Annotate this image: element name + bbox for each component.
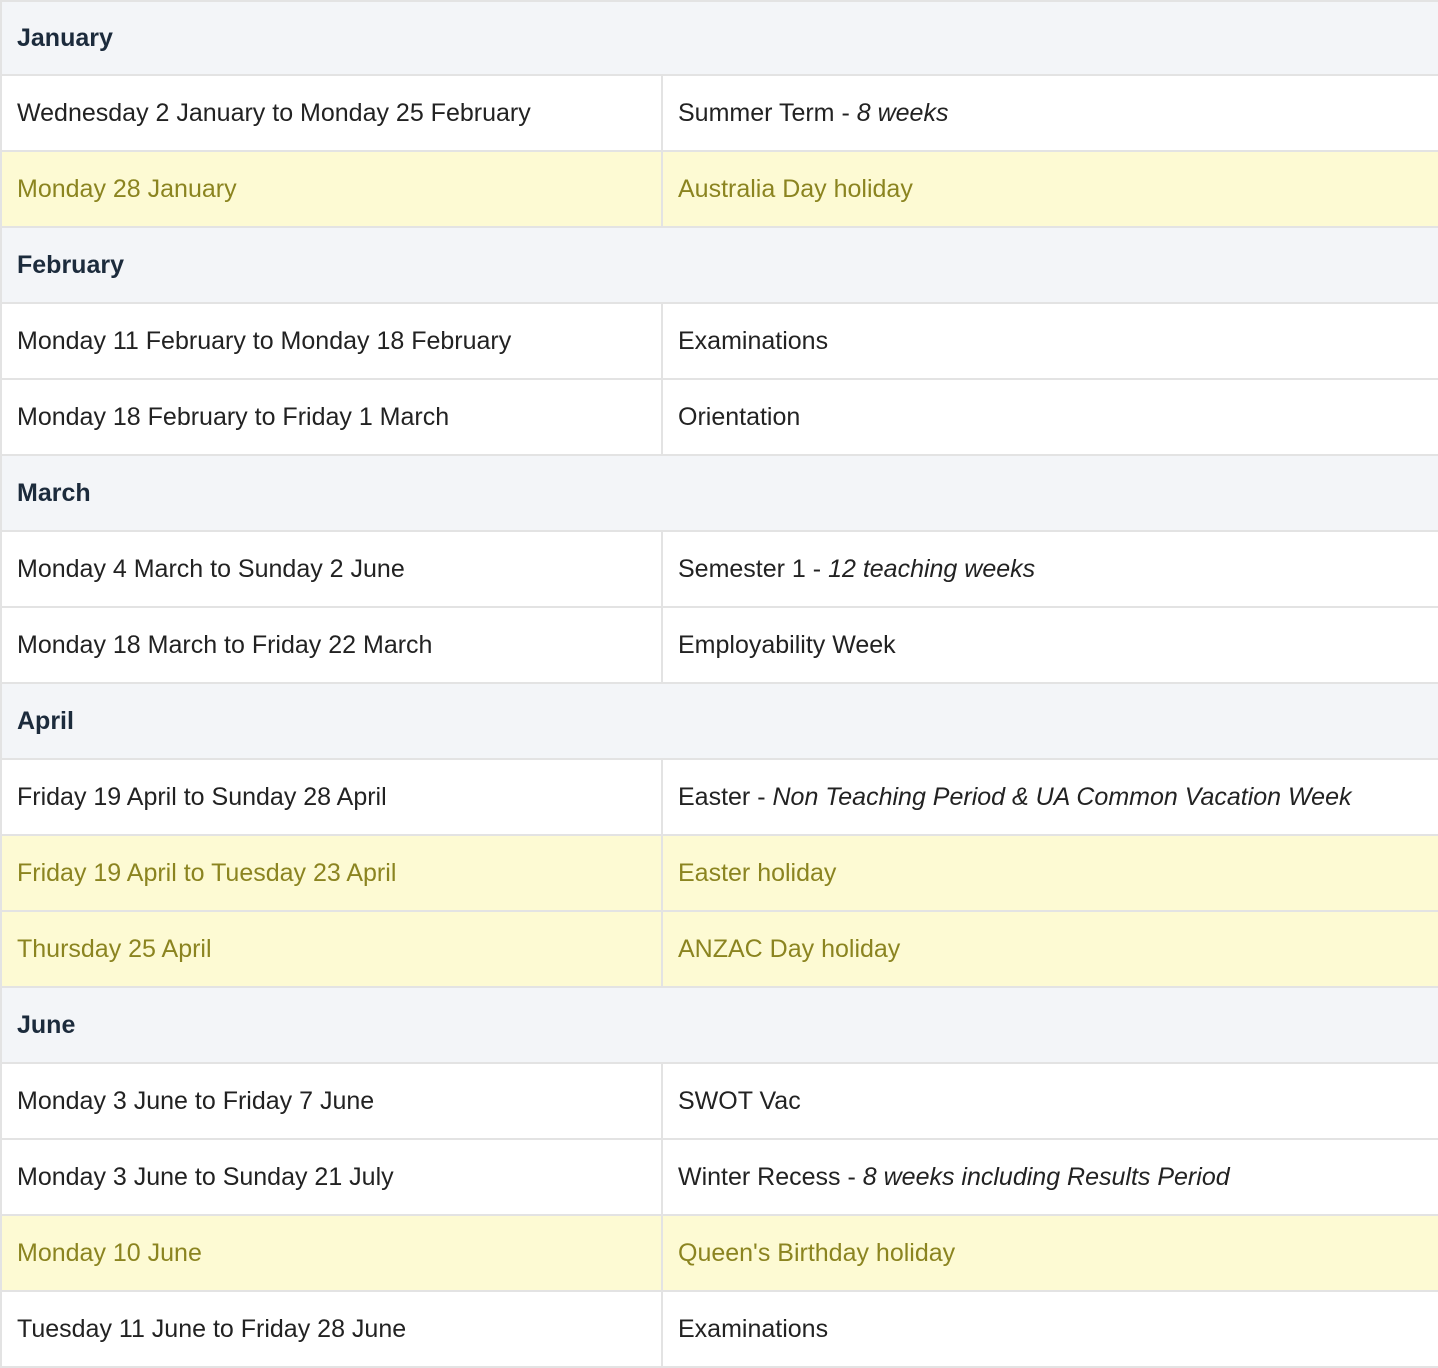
- event-description-cell: Examinations: [663, 1292, 1438, 1366]
- event-detail: 8 weeks including Results Period: [862, 1162, 1230, 1191]
- month-heading: January: [17, 23, 113, 52]
- month-header-row: June: [2, 988, 1438, 1064]
- event-description-cell: Summer Term - 8 weeks: [663, 76, 1438, 150]
- event-description-cell: Australia Day holiday: [663, 152, 1438, 226]
- event-title: ANZAC Day holiday: [678, 934, 901, 963]
- event-title: Queen's Birthday holiday: [678, 1238, 956, 1267]
- event-row: Monday 18 February to Friday 1 March Orie…: [2, 380, 1438, 456]
- date-range-cell: Monday 3 June to Friday 7 June: [2, 1064, 663, 1138]
- event-description-cell: Semester 1 - 12 teaching weeks: [663, 532, 1438, 606]
- event-description-cell: Employability Week: [663, 608, 1438, 682]
- event-row: Monday 18 March to Friday 22 March Employ…: [2, 608, 1438, 684]
- month-header-row: March: [2, 456, 1438, 532]
- month-header-row: April: [2, 684, 1438, 760]
- event-title: Easter holiday: [678, 858, 837, 887]
- event-description-cell: SWOT Vac: [663, 1064, 1438, 1138]
- event-title: Australia Day holiday: [678, 174, 913, 203]
- month-heading: April: [17, 706, 74, 735]
- event-detail: 12 teaching weeks: [828, 554, 1036, 583]
- month-header-row: February: [2, 228, 1438, 304]
- event-description-cell: Orientation: [663, 380, 1438, 454]
- event-row: Monday 3 June to Sunday 21 July Winter Re…: [2, 1140, 1438, 1216]
- date-range-cell: Monday 4 March to Sunday 2 June: [2, 532, 663, 606]
- date-range-cell: Monday 11 February to Monday 18 February: [2, 304, 663, 378]
- event-row: Monday 4 March to Sunday 2 June Semester …: [2, 532, 1438, 608]
- event-description-cell: Queen's Birthday holiday: [663, 1216, 1438, 1290]
- month-heading: June: [17, 1010, 76, 1039]
- event-title: Winter Recess: [678, 1162, 841, 1191]
- date-range-cell: Monday 28 January: [2, 152, 663, 226]
- event-separator: -: [750, 782, 773, 811]
- event-title: Semester 1: [678, 554, 806, 583]
- event-detail: Non Teaching Period & UA Common Vacation…: [772, 782, 1352, 811]
- event-description-cell: Easter holiday: [663, 836, 1438, 910]
- date-range-cell: Wednesday 2 January to Monday 25 Februar…: [2, 76, 663, 150]
- event-title: Examinations: [678, 326, 829, 355]
- event-description-cell: ANZAC Day holiday: [663, 912, 1438, 986]
- event-description-cell: Examinations: [663, 304, 1438, 378]
- event-row: Tuesday 11 June to Friday 28 June Examina…: [2, 1292, 1438, 1368]
- event-row: Friday 19 April to Sunday 28 April Easter…: [2, 760, 1438, 836]
- event-title: Examinations: [678, 1314, 829, 1343]
- event-separator: -: [840, 1162, 863, 1191]
- event-detail: 8 weeks: [856, 98, 949, 127]
- date-range-cell: Monday 18 March to Friday 22 March: [2, 608, 663, 682]
- event-title: SWOT Vac: [678, 1086, 801, 1115]
- event-row: Monday 11 February to Monday 18 February…: [2, 304, 1438, 380]
- event-title: Employability Week: [678, 630, 896, 659]
- event-description-cell: Easter - Non Teaching Period & UA Common…: [663, 760, 1438, 834]
- event-row: Wednesday 2 January to Monday 25 Februar…: [2, 76, 1438, 152]
- month-heading: February: [17, 250, 124, 279]
- event-separator: -: [805, 554, 829, 583]
- event-title: Easter: [678, 782, 751, 811]
- date-range-cell: Thursday 25 April: [2, 912, 663, 986]
- event-title: Summer Term: [678, 98, 835, 127]
- holiday-row: Friday 19 April to Tuesday 23 April Easte…: [2, 836, 1438, 912]
- date-range-cell: Friday 19 April to Sunday 28 April: [2, 760, 663, 834]
- holiday-row: Thursday 25 April ANZAC Day holiday: [2, 912, 1438, 988]
- month-header-row: January: [2, 2, 1438, 76]
- holiday-row: Monday 28 January Australia Day holiday: [2, 152, 1438, 228]
- month-heading: March: [17, 478, 91, 507]
- academic-calendar-table: January Wednesday 2 January to Monday 25 …: [0, 0, 1438, 1368]
- date-range-cell: Monday 18 February to Friday 1 March: [2, 380, 663, 454]
- event-title: Orientation: [678, 402, 801, 431]
- event-description-cell: Winter Recess - 8 weeks including Result…: [663, 1140, 1438, 1214]
- event-separator: -: [834, 98, 857, 127]
- date-range-cell: Friday 19 April to Tuesday 23 April: [2, 836, 663, 910]
- holiday-row: Monday 10 June Queen's Birthday holiday: [2, 1216, 1438, 1292]
- date-range-cell: Tuesday 11 June to Friday 28 June: [2, 1292, 663, 1366]
- event-row: Monday 3 June to Friday 7 June SWOT Vac: [2, 1064, 1438, 1140]
- date-range-cell: Monday 3 June to Sunday 21 July: [2, 1140, 663, 1214]
- date-range-cell: Monday 10 June: [2, 1216, 663, 1290]
